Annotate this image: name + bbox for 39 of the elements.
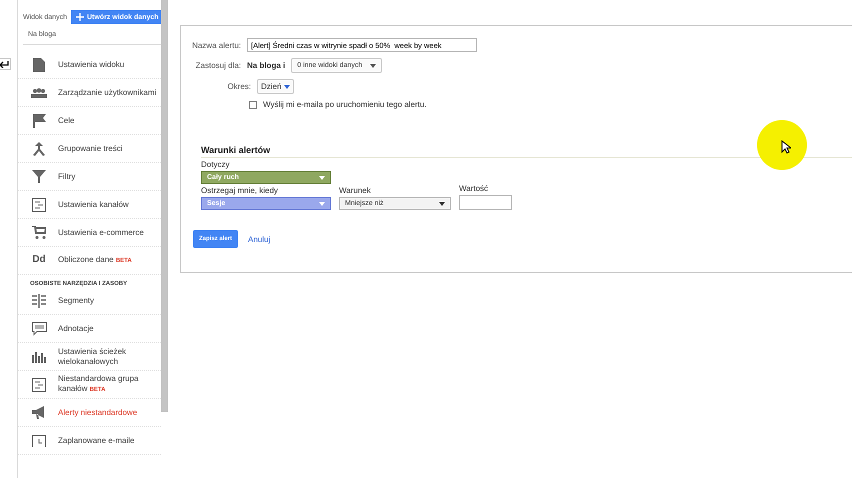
megaphone-icon — [32, 406, 46, 419]
caret-icon — [370, 64, 376, 68]
value-field[interactable] — [459, 195, 512, 210]
data-icon: Dd — [32, 254, 46, 267]
filter-icon — [32, 170, 46, 183]
plus-icon — [76, 13, 84, 21]
collapse-button[interactable] — [0, 58, 11, 70]
channels-icon — [32, 378, 46, 392]
users-icon — [31, 88, 47, 98]
document-icon — [33, 58, 45, 72]
view-name: Na bloga i — [247, 61, 286, 70]
pointer-icon — [781, 140, 791, 154]
apply-to-label: Zastosuj dla: — [194, 61, 241, 70]
email-option-label: Wyślij mi e-maila po uruchomieniu tego alertu. — [263, 100, 427, 109]
segments-icon — [32, 294, 46, 308]
merge-icon — [32, 142, 46, 156]
caret-icon — [319, 176, 325, 180]
sidebar-item[interactable]: Zaplanowane e-maile — [18, 427, 161, 455]
caret-icon — [439, 202, 445, 206]
checkbox[interactable] — [249, 100, 257, 108]
value-label: Wartość — [459, 184, 490, 193]
caret-icon — [284, 84, 290, 88]
flag-icon — [32, 114, 46, 128]
sidebar-item[interactable]: Alerty niestandardowe — [18, 399, 161, 427]
cursor-highlight — [757, 120, 807, 170]
back-arrow-icon — [0, 60, 9, 68]
cart-icon — [32, 226, 46, 239]
period-dropdown[interactable]: Dzień — [257, 79, 294, 94]
alert-when-label: Ostrzegaj mnie, kiedy — [201, 186, 279, 195]
period-label: Okres: — [226, 82, 251, 91]
alert-name-label: Nazwa alertu: — [191, 40, 241, 50]
bar-chart-icon — [32, 350, 46, 362]
comment-icon — [32, 322, 46, 336]
scrollbar[interactable] — [161, 0, 168, 412]
channels-icon — [32, 198, 46, 212]
applies-label: Dotyczy — [201, 160, 230, 169]
condition-label: Warunek — [339, 186, 372, 195]
cancel-link[interactable]: Anuluj — [248, 234, 270, 244]
caret-icon — [319, 202, 325, 206]
